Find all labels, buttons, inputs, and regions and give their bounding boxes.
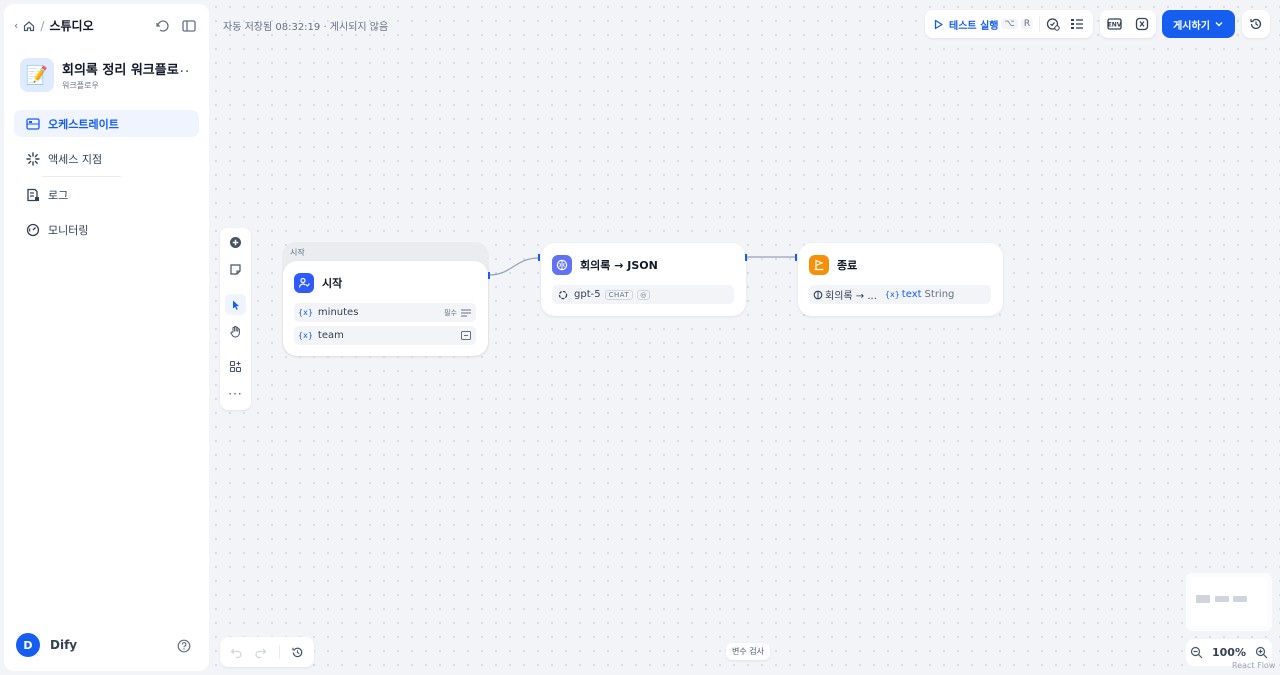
- end-node-icon: [809, 255, 829, 275]
- start-node-tag: 시작: [290, 248, 305, 257]
- change-history-icon[interactable]: [291, 646, 304, 659]
- edges-layer: [488, 256, 796, 276]
- llm-brain-icon: [556, 259, 568, 271]
- redo-icon[interactable]: [254, 646, 267, 659]
- start-variable-row[interactable]: {x} team: [294, 326, 476, 345]
- end-node[interactable]: 종료 회의록 → ... {x} text String: [798, 243, 1003, 316]
- end-variable-name: text: [901, 289, 922, 300]
- start-output-handle[interactable]: [488, 272, 490, 279]
- minimap-node: [1196, 595, 1210, 603]
- llm-input-handle[interactable]: [538, 254, 540, 261]
- minimap-viewport: [1191, 578, 1267, 626]
- user-flag-icon: [298, 277, 310, 288]
- undo-icon[interactable]: [230, 646, 243, 659]
- minimap[interactable]: [1186, 573, 1272, 631]
- end-source-node: 회의록 → ...: [825, 291, 877, 302]
- start-node[interactable]: 시작 {x} minutes 필수 {x} team: [283, 261, 488, 356]
- llm-model-row[interactable]: gpt-5 CHAT ◎: [552, 285, 734, 304]
- zoom-out-icon[interactable]: [1190, 646, 1203, 659]
- end-input-handle[interactable]: [795, 254, 797, 261]
- zoom-level[interactable]: 100%: [1212, 646, 1246, 659]
- react-flow-attribution[interactable]: React Flow: [1232, 661, 1275, 670]
- undo-redo-toolbar: [220, 637, 314, 667]
- llm-node-icon: [552, 255, 572, 275]
- text-input-type-icon: [461, 331, 471, 340]
- vision-icon: ◎: [637, 289, 650, 300]
- end-node-title: 종료: [837, 259, 858, 272]
- end-flag-icon: [814, 259, 824, 271]
- variable-name: team: [317, 330, 344, 341]
- paragraph-type-icon: [461, 309, 471, 316]
- minimap-node: [1215, 596, 1229, 602]
- openai-icon: [558, 290, 568, 299]
- llm-node-title: 회의록 → JSON: [580, 259, 658, 272]
- llm-node[interactable]: 회의록 → JSON gpt-5 CHAT ◎: [541, 243, 746, 316]
- edge-start-to-llm: [488, 257, 540, 276]
- llm-model-name: gpt-5: [574, 289, 601, 300]
- llm-small-icon: [813, 290, 823, 299]
- start-variable-row[interactable]: {x} minutes 필수: [294, 303, 476, 322]
- llm-output-handle[interactable]: [745, 254, 747, 261]
- zoom-in-icon[interactable]: [1255, 646, 1268, 659]
- required-badge: 필수: [444, 308, 457, 317]
- end-output-row[interactable]: 회의록 → ... {x} text String: [809, 285, 991, 304]
- end-variable-type: String: [924, 289, 955, 300]
- variable-icon: {x}: [298, 308, 313, 317]
- start-node-icon: [294, 273, 314, 293]
- variable-name: minutes: [317, 307, 359, 318]
- start-node-title: 시작: [322, 277, 343, 290]
- llm-mode-badge: CHAT: [604, 289, 634, 300]
- minimap-node: [1233, 596, 1247, 602]
- variable-inspect-button[interactable]: 변수 검사: [726, 643, 770, 660]
- variable-icon: {x}: [298, 331, 313, 340]
- variable-icon: {x}: [884, 290, 900, 299]
